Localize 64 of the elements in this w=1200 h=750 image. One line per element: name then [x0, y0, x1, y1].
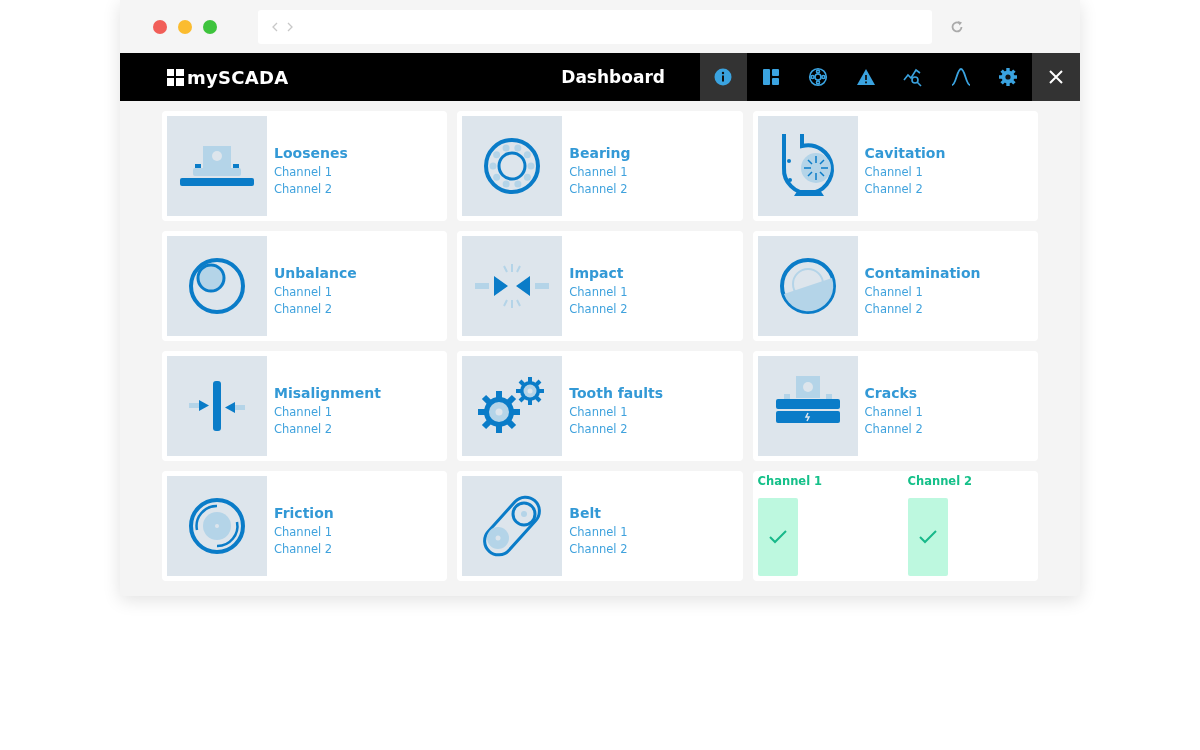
fault-card[interactable]: Contamination Channel 1 Channel 2	[752, 231, 1038, 341]
channel-label: Channel 1	[569, 523, 628, 541]
channel-label: Channel 2	[864, 300, 924, 318]
maximize-window-dot[interactable]	[203, 19, 217, 34]
fault-title: Contamination	[864, 264, 981, 281]
ring-icon	[808, 67, 829, 87]
fault-title: Cracks	[864, 384, 919, 401]
fault-title: Loosenes	[274, 144, 348, 161]
fault-card[interactable]: Bearing Channel 1 Channel 2	[457, 111, 743, 221]
channel-status-label: Channel 1	[757, 474, 824, 490]
channel-label: Channel 1	[864, 403, 923, 421]
info-button[interactable]	[699, 53, 748, 101]
channel-label: Channel 1	[274, 523, 334, 541]
fault-card[interactable]: Misalignment Channel 1 Channel 2	[162, 351, 448, 461]
info-icon	[713, 67, 734, 87]
page-title: Dashboard	[560, 67, 666, 87]
fault-card[interactable]: Loosenes Channel 1 Channel 2	[162, 111, 448, 221]
channel-label: Channel 1	[569, 403, 629, 421]
fault-title: Belt	[569, 504, 602, 521]
channel-label: Channel 2	[569, 180, 629, 198]
fault-title: Cavitation	[864, 144, 946, 161]
fault-title: Misalignment	[274, 384, 381, 401]
channel-label: Channel 2	[274, 540, 334, 558]
channel-label: Channel 2	[864, 180, 924, 198]
channel-label: Channel 2	[569, 300, 628, 318]
channel-label: Channel 1	[274, 163, 334, 181]
channel-label: Channel 2	[864, 420, 923, 438]
channel-label: Channel 1	[274, 403, 334, 421]
fault-card[interactable]: Cracks Channel 1 Channel 2	[752, 351, 1038, 461]
channel-label: Channel 1	[864, 283, 924, 301]
close-button[interactable]	[1032, 53, 1080, 101]
fault-card[interactable]: Tooth faults Channel 1 Channel 2	[457, 351, 743, 461]
fault-title: Bearing	[569, 144, 631, 161]
warning-icon	[855, 67, 876, 87]
fault-title: Unbalance	[274, 264, 357, 281]
fault-card[interactable]: Unbalance Channel 1 Channel 2	[162, 231, 448, 341]
channel-status-label: Channel 2	[907, 474, 974, 490]
fault-card[interactable]: Belt Channel 1 Channel 2	[457, 471, 743, 581]
check-icon	[917, 530, 938, 544]
channel-label: Channel 1	[569, 283, 628, 301]
fault-title: Friction	[274, 504, 334, 521]
channel-label: Channel 2	[274, 180, 334, 198]
close-icon	[1049, 70, 1063, 84]
logo-text: mySCADA	[187, 66, 289, 88]
fault-title: Impact	[569, 264, 625, 281]
minimize-window-dot[interactable]	[178, 19, 192, 34]
channel-label: Channel 2	[274, 420, 334, 438]
check-icon	[767, 530, 788, 544]
channel-label: Channel 2	[569, 420, 629, 438]
channel-label: Channel 2	[569, 540, 628, 558]
fault-card[interactable]: Friction Channel 1 Channel 2	[162, 471, 448, 581]
channel-label: Channel 1	[864, 163, 924, 181]
channel-label: Channel 2	[274, 300, 334, 318]
fault-card[interactable]: Impact Channel 1 Channel 2	[457, 231, 743, 341]
channel-label: Channel 1	[569, 163, 629, 181]
fault-card[interactable]: Cavitation Channel 1 Channel 2	[752, 111, 1038, 221]
channel-label: Channel 1	[274, 283, 334, 301]
close-window-dot[interactable]	[153, 19, 167, 34]
logo-icon	[167, 68, 184, 86]
bell-curve-icon	[950, 67, 971, 87]
layout-icon	[760, 67, 781, 87]
fault-title: Tooth faults	[569, 384, 664, 401]
chart-search-icon	[903, 67, 924, 87]
settings-icon	[998, 67, 1019, 87]
